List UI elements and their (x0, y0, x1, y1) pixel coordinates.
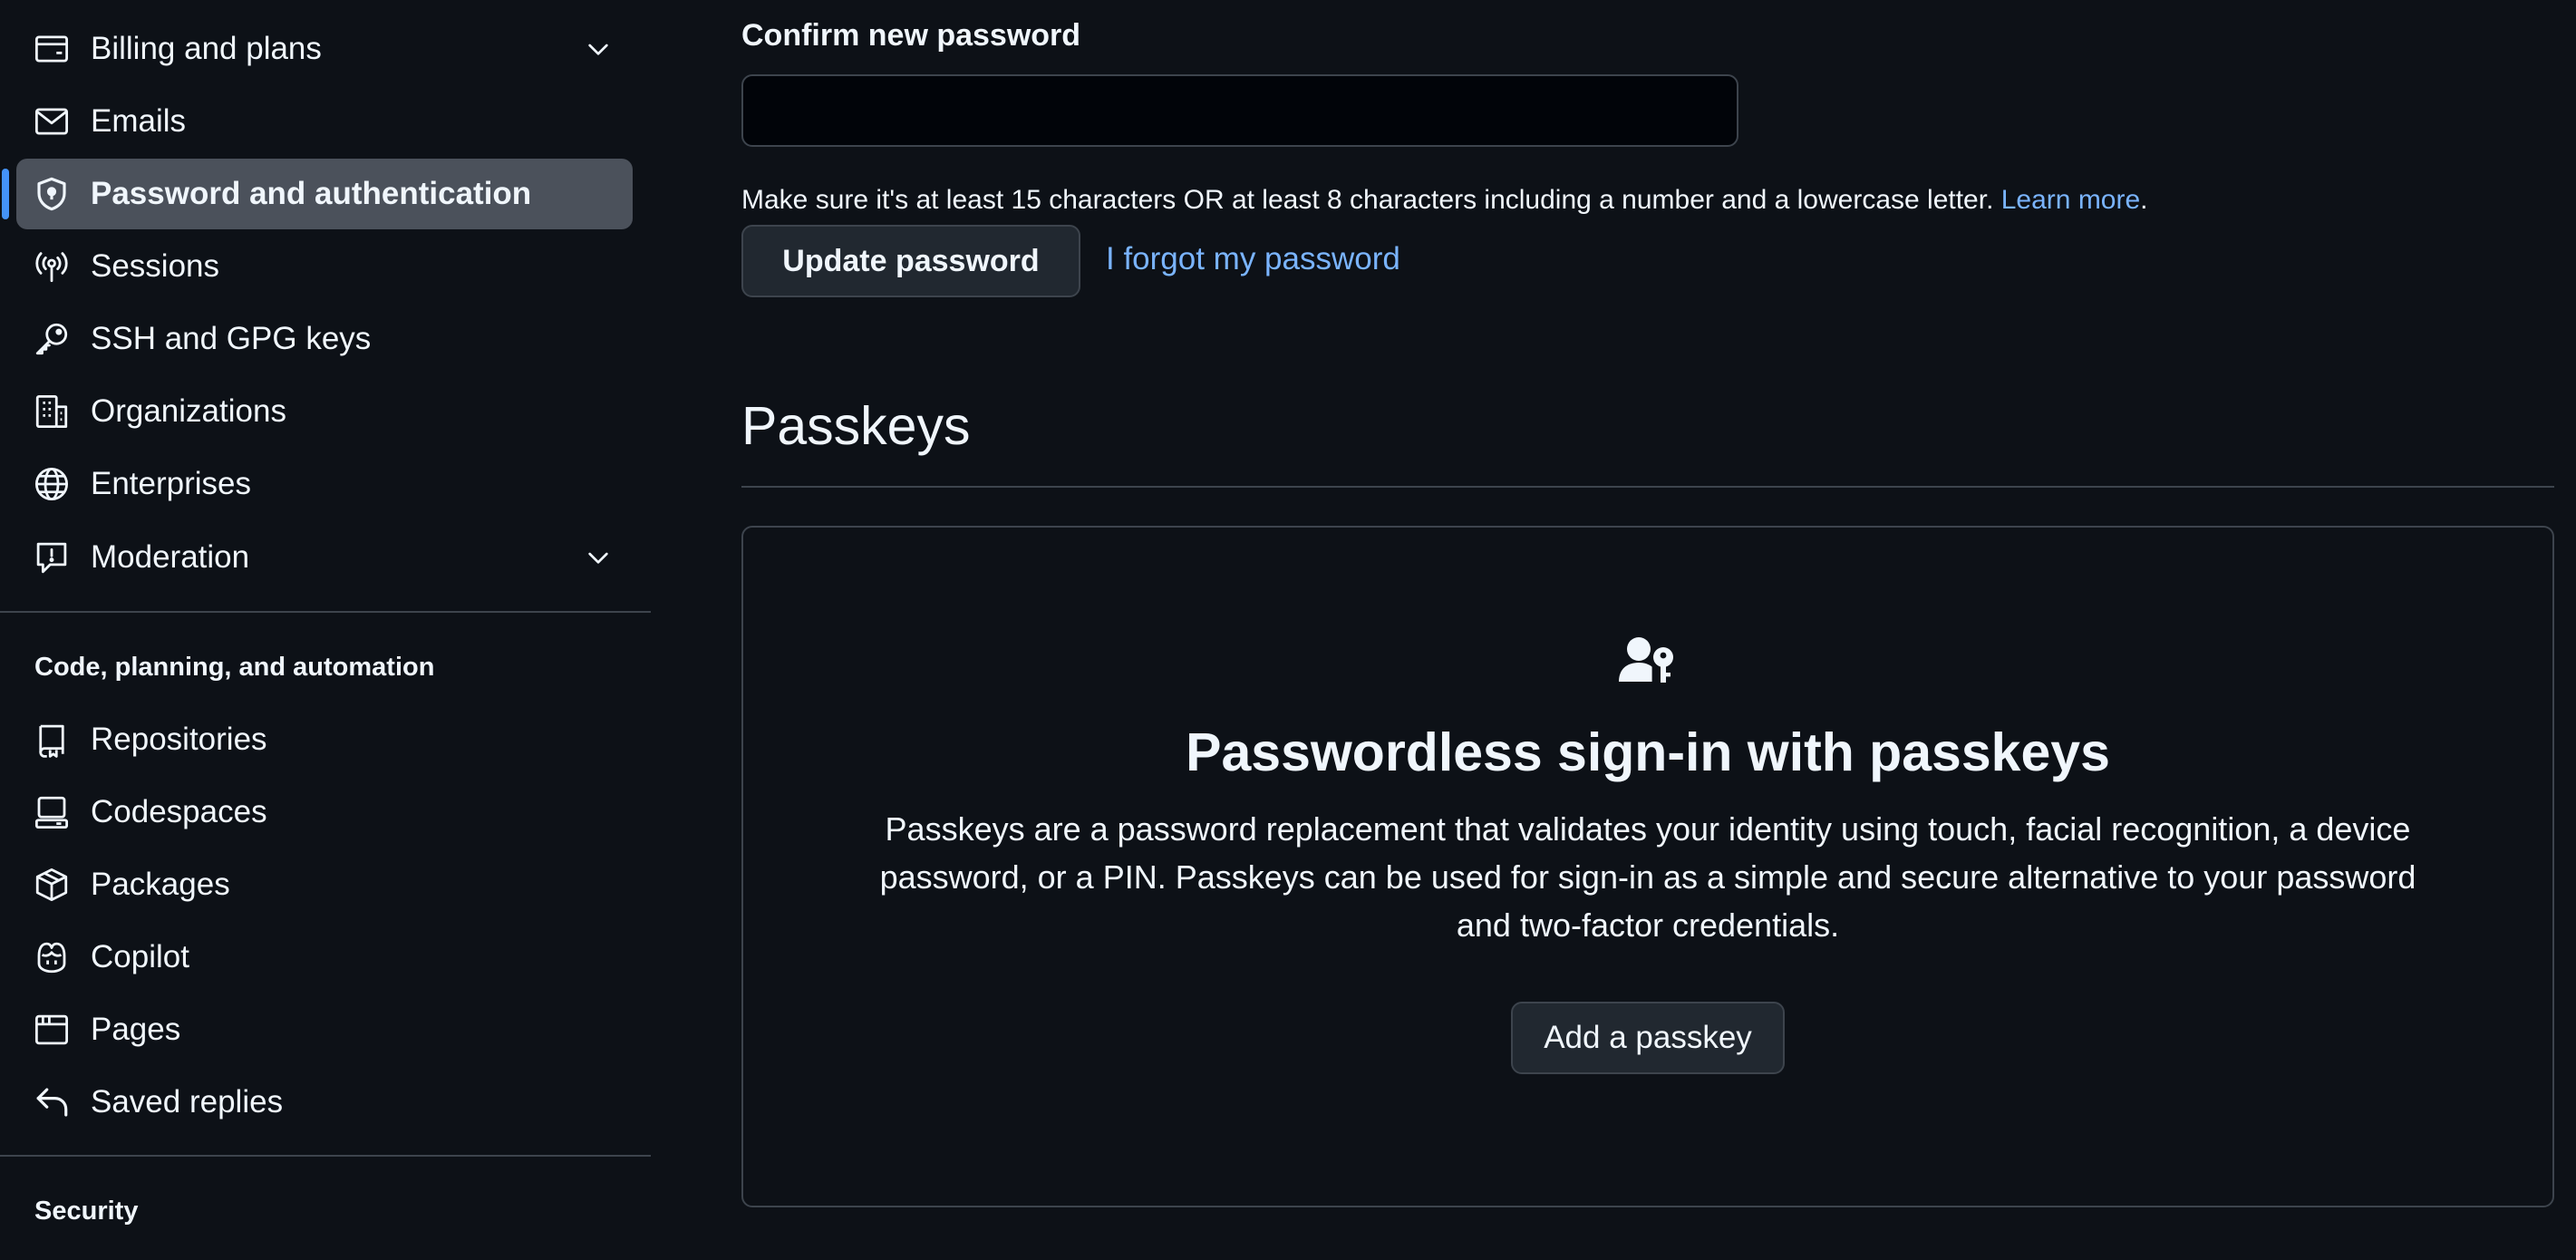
chevron-down-icon[interactable] (584, 543, 613, 572)
credit-card-icon (33, 30, 71, 68)
chevron-down-icon[interactable] (584, 34, 613, 63)
sidebar-item-copilot[interactable]: Copilot (16, 922, 633, 993)
sidebar-item-label: Moderation (91, 539, 250, 575)
settings-sidebar: Billing and plans Emails Password and au… (0, 0, 651, 1260)
package-icon (33, 866, 71, 904)
sidebar-item-label: Sessions (91, 248, 220, 284)
learn-more-link[interactable]: Learn more (2001, 185, 2140, 215)
sidebar-item-enterprises[interactable]: Enterprises (16, 449, 633, 519)
organization-icon (33, 393, 71, 431)
sidebar-item-label: Password and authentication (91, 176, 532, 211)
sidebar-item-sessions[interactable]: Sessions (16, 231, 633, 302)
sidebar-item-organizations[interactable]: Organizations (16, 376, 633, 447)
sidebar-item-billing[interactable]: Billing and plans (16, 14, 633, 84)
codespaces-icon (33, 793, 71, 831)
sidebar-item-label: Billing and plans (91, 31, 322, 66)
report-icon (33, 538, 71, 577)
blankslate-title: Passwordless sign-in with passkeys (1186, 722, 2110, 782)
sidebar-item-label: Enterprises (91, 466, 252, 501)
shield-lock-icon (33, 175, 71, 213)
heading-divider (741, 486, 2554, 488)
globe-icon (33, 465, 71, 503)
sidebar-item-codespaces[interactable]: Codespaces (16, 777, 633, 848)
password-hint-text: Make sure it's at least 15 characters OR… (741, 185, 2001, 215)
passkeys-heading: Passkeys (741, 396, 971, 456)
sidebar-item-moderation[interactable]: Moderation (16, 522, 633, 593)
password-hint: Make sure it's at least 15 characters OR… (741, 185, 2148, 216)
copilot-icon (33, 938, 71, 976)
sidebar-item-packages[interactable]: Packages (16, 849, 633, 920)
reply-icon (33, 1083, 71, 1121)
mail-icon (33, 102, 71, 141)
sidebar-item-label: Codespaces (91, 794, 267, 829)
sidebar-item-ssh-gpg-keys[interactable]: SSH and GPG keys (16, 304, 633, 374)
sidebar-item-emails[interactable]: Emails (16, 86, 633, 157)
section-heading-security: Security (34, 1197, 139, 1226)
sidebar-item-label: Packages (91, 867, 230, 902)
sidebar-item-label: SSH and GPG keys (91, 321, 372, 356)
key-icon (33, 320, 71, 358)
sidebar-item-label: Saved replies (91, 1084, 284, 1119)
blankslate-description: Passkeys are a password replacement that… (879, 810, 2416, 944)
broadcast-icon (33, 247, 71, 286)
repo-icon (33, 721, 71, 759)
sidebar-item-pages[interactable]: Pages (16, 994, 633, 1065)
browser-icon (33, 1011, 71, 1049)
sidebar-item-label: Emails (91, 103, 187, 139)
forgot-password-link[interactable]: I forgot my password (1106, 241, 1400, 277)
sidebar-item-label: Organizations (91, 393, 286, 429)
sidebar-item-label: Copilot (91, 939, 189, 974)
passkey-fill-icon (1619, 637, 1673, 683)
hint-period: . (2140, 185, 2148, 215)
sidebar-item-label: Pages (91, 1012, 181, 1047)
update-password-button[interactable]: Update password (741, 225, 1080, 297)
sidebar-divider (0, 611, 651, 613)
sidebar-item-repositories[interactable]: Repositories (16, 704, 633, 775)
active-indicator (2, 169, 9, 219)
sidebar-item-password-authentication[interactable]: Password and authentication (16, 159, 633, 229)
sidebar-divider (0, 1155, 651, 1157)
sidebar-item-label: Repositories (91, 722, 267, 757)
add-passkey-button[interactable]: Add a passkey (1511, 1002, 1785, 1074)
confirm-password-label: Confirm new password (741, 18, 1081, 53)
section-heading-code-planning: Code, planning, and automation (34, 653, 435, 682)
sidebar-item-saved-replies[interactable]: Saved replies (16, 1067, 633, 1138)
confirm-password-input[interactable] (741, 74, 1738, 147)
